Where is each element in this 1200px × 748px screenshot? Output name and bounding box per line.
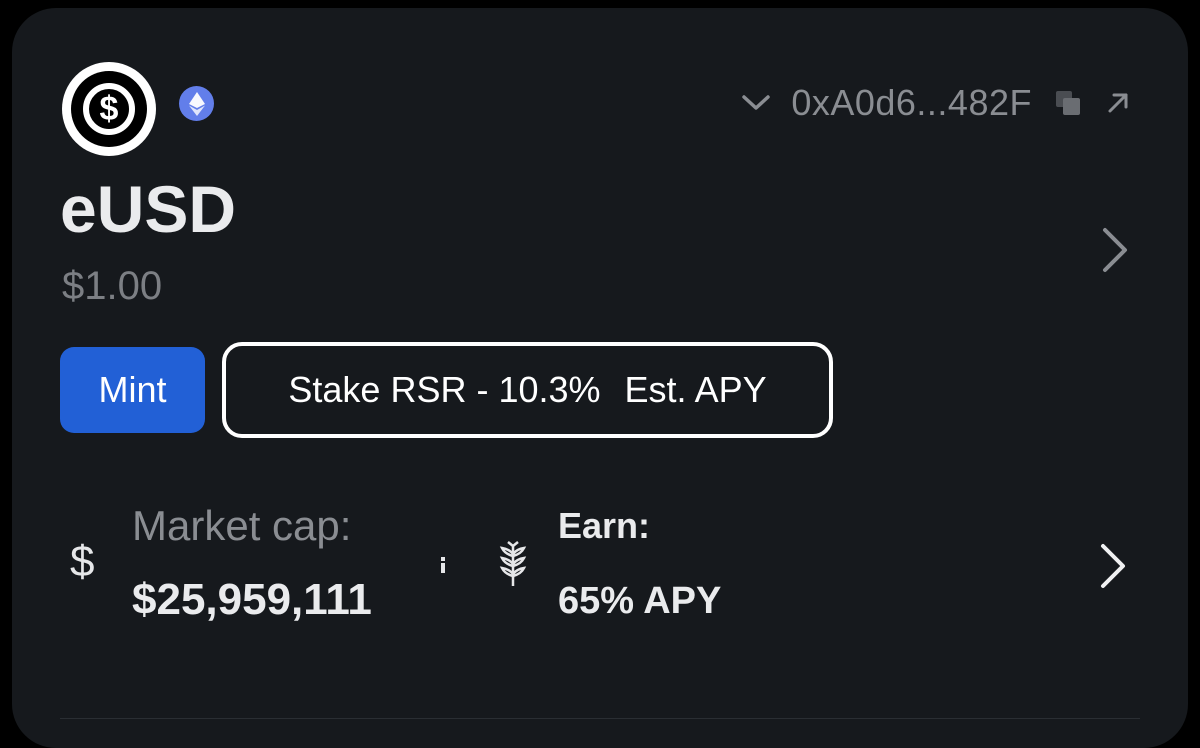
- copy-icon[interactable]: [1052, 87, 1084, 119]
- dollar-circle-icon: $: [62, 62, 156, 156]
- ethereum-icon: [179, 86, 214, 121]
- stake-apy-suffix: Est. APY: [624, 369, 767, 410]
- address-row: 0xA0d6...482F: [741, 82, 1132, 124]
- dollar-icon: $: [70, 537, 95, 586]
- divider: [60, 718, 1140, 719]
- contract-address[interactable]: 0xA0d6...482F: [791, 82, 1032, 124]
- info-icon[interactable]: [438, 556, 448, 579]
- earn-chevron-right-icon[interactable]: [1098, 542, 1128, 595]
- earn-label: Earn:: [558, 505, 651, 546]
- mint-button[interactable]: Mint: [60, 347, 205, 433]
- wheat-icon: [497, 540, 529, 593]
- chevron-down-icon[interactable]: [741, 93, 771, 113]
- earn-value: 65% APY: [558, 580, 722, 622]
- token-symbol: eUSD: [60, 172, 237, 246]
- token-price: $1.00: [62, 264, 163, 308]
- market-cap-value: $25,959,111: [132, 575, 372, 624]
- external-link-icon[interactable]: [1104, 89, 1132, 117]
- stake-label: Stake RSR - 10.3%: [288, 369, 601, 410]
- market-cap-label: Market cap:: [132, 502, 352, 549]
- stake-rsr-button[interactable]: Stake RSR - 10.3% Est. APY: [222, 342, 833, 438]
- chevron-right-icon[interactable]: [1100, 226, 1130, 279]
